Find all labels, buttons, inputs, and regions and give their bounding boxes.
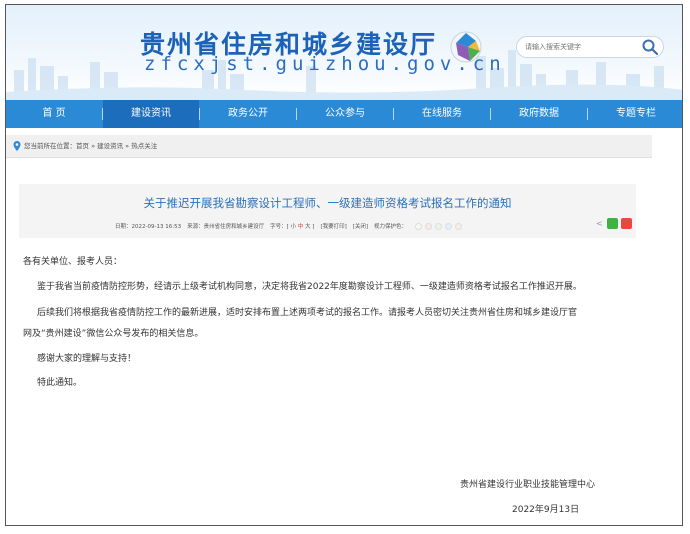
nav-item-home[interactable]: 首 页 (6, 100, 102, 128)
breadcrumb-trail: 您当前所在位置：首页 » 建设资讯 » 热点关注 (24, 140, 157, 150)
breadcrumb-separator: » (123, 142, 132, 150)
signature-organization: 贵州省建设行业职业技能管理中心 (460, 480, 596, 490)
article-paragraph: 后续我们将根据我省疫情防控工作的最新进展，适时安排布置上述两项考试的报名工作。请… (37, 308, 578, 318)
article-title: 关于推迟开展我省勘察设计工程师、一级建造师资格考试报名工作的通知 (143, 196, 512, 210)
font-size-control: 字号：[ 小 中 大 ] (270, 222, 314, 230)
location-pin-icon (13, 141, 21, 151)
article-paragraph: 感谢大家的理解与支持！ (37, 354, 137, 364)
page-frame: 贵州省住房和城乡建设厅 zfcxjst.guizhou.gov.cn 首 页 建… (5, 4, 683, 526)
emblem-logo-icon (450, 31, 482, 63)
main-nav: 首 页 建设资讯 政务公开 公众参与 在线服务 政府数据 专题专栏 (6, 100, 682, 128)
print-link[interactable]: [我要打印] (320, 222, 346, 230)
search-icon[interactable] (641, 38, 659, 56)
article-header: 关于推迟开展我省勘察设计工程师、一级建造师资格考试报名工作的通知 日期：2022… (19, 184, 636, 238)
article-greeting: 各有关单位、报考人员： (23, 257, 123, 267)
article-meta: 日期：2022-09-13 16:53 来源：贵州省住房和城乡建设厅 字号：[ … (115, 222, 463, 230)
wechat-share-icon[interactable] (607, 218, 618, 229)
eyecare-label: 视力保护色： (374, 224, 408, 230)
eyecare-color-swatch[interactable] (455, 222, 463, 230)
eyecare-color-swatch[interactable] (445, 222, 453, 230)
breadcrumb-prefix: 您当前所在位置： (24, 142, 76, 150)
eyecare-color-swatch[interactable] (415, 222, 423, 230)
font-size-large[interactable]: 大 (305, 224, 311, 230)
search-input[interactable] (525, 40, 635, 54)
close-link[interactable]: [关闭] (353, 222, 368, 230)
font-size-medium[interactable]: 中 (298, 224, 304, 230)
nav-item-gov-data[interactable]: 政府数据 (491, 100, 587, 128)
nav-item-gov-affairs[interactable]: 政务公开 (200, 100, 296, 128)
article-date: 日期：2022-09-13 16:53 (115, 224, 182, 230)
font-size-label: 字号：[ (270, 224, 289, 230)
search-box[interactable] (516, 36, 664, 58)
share-buttons: < (596, 218, 632, 229)
article-paragraph: 鉴于我省当前疫情防控形势，经请示上级考试机构同意，决定将我省2022年度勘察设计… (37, 282, 582, 292)
breadcrumb: 您当前所在位置：首页 » 建设资讯 » 热点关注 (6, 135, 652, 158)
nav-item-special-topics[interactable]: 专题专栏 (588, 100, 682, 128)
font-size-close: ] (312, 224, 315, 230)
eyecare-color-picker (415, 222, 463, 230)
font-size-small[interactable]: 小 (290, 224, 296, 230)
nav-item-public-participation[interactable]: 公众参与 (297, 100, 393, 128)
breadcrumb-separator: » (89, 142, 98, 150)
article-paragraph: 特此通知。 (37, 378, 83, 388)
breadcrumb-home-link[interactable]: 首页 (76, 142, 89, 150)
article-source: 来源：贵州省住房和城乡建设厅 (187, 224, 265, 230)
share-icon[interactable]: < (596, 219, 604, 229)
eyecare-color-swatch[interactable] (435, 222, 443, 230)
eyecare-color-swatch[interactable] (425, 222, 433, 230)
nav-item-online-service[interactable]: 在线服务 (394, 100, 490, 128)
breadcrumb-hot-topics-link[interactable]: 热点关注 (131, 142, 157, 150)
weibo-share-icon[interactable] (621, 218, 632, 229)
site-banner: 贵州省住房和城乡建设厅 zfcxjst.guizhou.gov.cn (6, 5, 682, 100)
breadcrumb-news-link[interactable]: 建设资讯 (97, 142, 123, 150)
nav-item-news[interactable]: 建设资讯 (103, 100, 199, 128)
signature-date: 2022年9月13日 (512, 505, 580, 515)
article-paragraph: 网及“贵州建设”微信公众号发布的相关信息。 (23, 329, 204, 339)
